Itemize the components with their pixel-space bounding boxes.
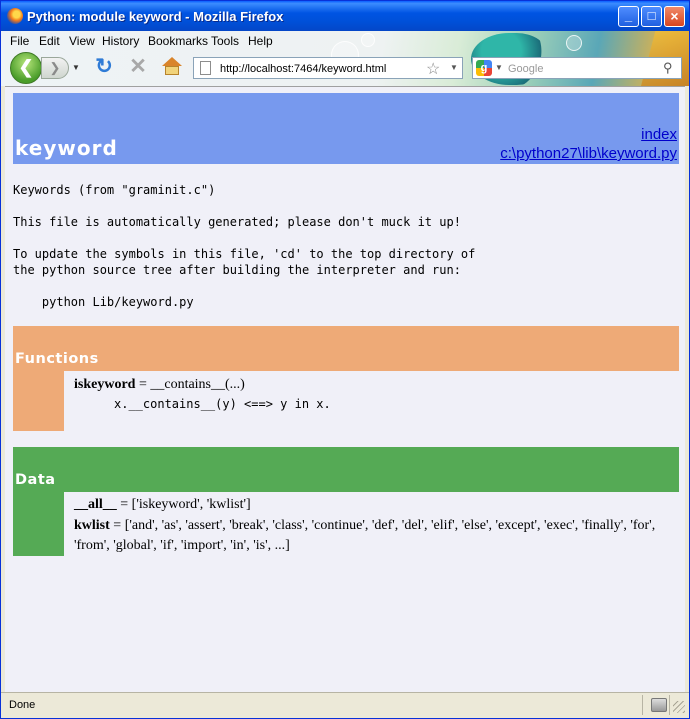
history-dropdown-button[interactable]: ▼ bbox=[69, 59, 83, 77]
url-input[interactable] bbox=[220, 61, 410, 76]
menu-file[interactable]: File bbox=[10, 34, 29, 48]
menu-view[interactable]: View bbox=[69, 34, 95, 48]
index-link[interactable]: index bbox=[641, 126, 677, 143]
search-input[interactable] bbox=[508, 61, 653, 76]
functions-section: Functions iskeyword = __contains__(...) … bbox=[13, 326, 679, 431]
data-title: Data bbox=[15, 472, 56, 488]
kwlist-name: kwlist bbox=[74, 517, 110, 533]
bookmark-star-icon[interactable]: ☆ bbox=[426, 59, 440, 79]
functions-title: Functions bbox=[15, 351, 99, 367]
back-arrow-icon: ❮ bbox=[18, 57, 34, 77]
menu-edit[interactable]: Edit bbox=[39, 34, 60, 48]
menu-help[interactable]: Help bbox=[248, 34, 273, 48]
reload-button[interactable]: ↻ bbox=[93, 56, 115, 78]
stop-icon: ✕ bbox=[129, 55, 147, 78]
data-entries: __all__ = ['iskeyword', 'kwlist'] kwlist… bbox=[64, 492, 679, 556]
search-bar[interactable]: g ▼ ⚲ bbox=[472, 57, 682, 79]
all-name: __all__ bbox=[74, 497, 117, 512]
url-dropdown-icon[interactable]: ▼ bbox=[450, 63, 458, 72]
forward-button[interactable]: ❯ bbox=[41, 57, 69, 79]
status-text: Done bbox=[9, 699, 36, 711]
kwlist-value: = ['and', 'as', 'assert', 'break', 'clas… bbox=[74, 517, 656, 554]
section-sidebar bbox=[13, 492, 64, 556]
module-docstring: Keywords (from "graminit.c") This file i… bbox=[13, 183, 476, 309]
window-title: Python: module keyword - Mozilla Firefox bbox=[27, 9, 284, 24]
page-icon bbox=[200, 61, 211, 75]
maximize-button[interactable]: □ bbox=[641, 6, 662, 27]
stop-button[interactable]: ✕ bbox=[127, 56, 149, 78]
search-icon[interactable]: ⚲ bbox=[663, 60, 673, 76]
home-icon bbox=[162, 57, 182, 66]
page-content: keyword index c:\python27\lib\keyword.py… bbox=[13, 93, 679, 556]
function-name: iskeyword bbox=[74, 377, 136, 392]
menu-tools[interactable]: Tools bbox=[211, 34, 239, 48]
function-entry: iskeyword = __contains__(...) x.__contai… bbox=[64, 371, 331, 431]
theme-bubble bbox=[566, 35, 582, 51]
page-viewport[interactable]: keyword index c:\python27\lib\keyword.py… bbox=[5, 86, 685, 693]
minimize-button[interactable]: _ bbox=[618, 6, 639, 27]
module-heading: keyword index c:\python27\lib\keyword.py bbox=[13, 93, 679, 164]
browser-toolbar: File Edit View History Bookmarks Tools H… bbox=[1, 31, 689, 86]
back-button[interactable]: ❮ bbox=[10, 52, 42, 84]
data-section: Data __all__ = ['iskeyword', 'kwlist'] k… bbox=[13, 447, 679, 556]
menu-history[interactable]: History bbox=[102, 34, 139, 48]
engine-dropdown-icon[interactable]: ▼ bbox=[495, 63, 503, 72]
chevron-down-icon: ▼ bbox=[72, 63, 80, 72]
status-bar: Done bbox=[1, 692, 689, 718]
resize-grip[interactable] bbox=[673, 701, 685, 713]
data-header: Data bbox=[13, 447, 679, 492]
page-title: keyword bbox=[15, 136, 118, 160]
address-bar[interactable]: ☆ ▼ bbox=[193, 57, 463, 79]
source-file-link[interactable]: c:\python27\lib\keyword.py bbox=[500, 145, 677, 162]
home-icon-body bbox=[165, 66, 179, 75]
home-button[interactable] bbox=[161, 55, 183, 77]
functions-body: iskeyword = __contains__(...) x.__contai… bbox=[13, 371, 679, 431]
google-engine-icon[interactable]: g bbox=[476, 60, 492, 76]
all-value: = ['iskeyword', 'kwlist'] bbox=[116, 497, 251, 512]
firefox-icon bbox=[7, 8, 23, 24]
browser-window: Python: module keyword - Mozilla Firefox… bbox=[0, 0, 690, 719]
status-divider bbox=[669, 695, 670, 715]
status-divider bbox=[642, 695, 643, 715]
menu-bookmarks[interactable]: Bookmarks bbox=[148, 34, 208, 48]
functions-header: Functions bbox=[13, 326, 679, 371]
function-signature: = __contains__(...) bbox=[135, 377, 245, 392]
reload-icon: ↻ bbox=[95, 55, 113, 78]
section-sidebar bbox=[13, 371, 64, 431]
close-button[interactable]: × bbox=[664, 6, 685, 27]
function-docstring: x.__contains__(y) <==> y in x. bbox=[114, 397, 331, 411]
data-body: __all__ = ['iskeyword', 'kwlist'] kwlist… bbox=[13, 492, 679, 556]
title-bar[interactable]: Python: module keyword - Mozilla Firefox… bbox=[1, 1, 689, 31]
theme-bubble bbox=[361, 33, 375, 47]
forward-arrow-icon: ❯ bbox=[49, 60, 61, 75]
addon-status-icon[interactable] bbox=[651, 698, 667, 712]
